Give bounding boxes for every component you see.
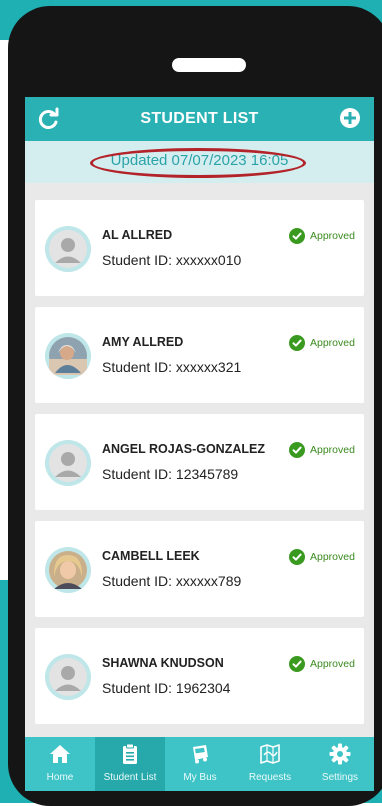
avatar-placeholder [45,226,91,272]
status-badge: Approved [289,549,355,565]
home-icon [50,745,70,763]
tab-label: Settings [321,772,359,783]
student-name: ANGEL ROJAS-GONZALEZ [102,442,265,456]
tab-bar: Home Student List My Bus Requests Settin… [25,737,374,791]
status-label: Approved [310,551,355,563]
student-card[interactable]: SHAWNA KNUDSON Student ID: 1962304 Appro… [35,628,364,724]
student-id: Student ID: xxxxxx321 [102,359,242,375]
student-card[interactable]: AMY ALLRED Student ID: xxxxxx321 Approve… [35,307,364,403]
student-name: SHAWNA KNUDSON [102,656,224,670]
app-header: STUDENT LIST [25,97,374,141]
clipboard-icon [123,743,137,764]
check-icon [289,335,305,351]
check-icon [289,549,305,565]
status-badge: Approved [289,335,355,351]
status-badge: Approved [289,228,355,244]
student-id: Student ID: 12345789 [102,466,239,482]
highlight-oval [90,148,306,178]
tab-label: Student List [103,772,157,783]
gear-icon [329,743,351,765]
student-id: Student ID: 1962304 [102,680,231,696]
tab-settings[interactable]: Settings [305,737,374,791]
status-badge: Approved [289,656,355,672]
tab-label: Home [46,772,74,783]
student-card[interactable]: AL ALLRED Student ID: xxxxxx010 Approved [35,200,364,296]
check-icon [289,656,305,672]
avatar-photo [45,547,91,593]
student-id: Student ID: xxxxxx789 [102,573,242,589]
status-label: Approved [310,658,355,670]
page-title: STUDENT LIST [140,110,259,127]
bus-icon [193,745,208,764]
status-label: Approved [310,444,355,456]
check-icon [289,228,305,244]
add-icon[interactable] [339,107,361,129]
map-icon [260,744,280,764]
tab-label: Requests [248,772,292,783]
avatar-placeholder [45,654,91,700]
check-icon [289,442,305,458]
student-name: AMY ALLRED [102,335,184,349]
tab-my-bus[interactable]: My Bus [165,737,235,791]
avatar-photo [45,333,91,379]
tab-student-list[interactable]: Student List [95,737,165,791]
student-card[interactable]: ANGEL ROJAS-GONZALEZ Student ID: 1234578… [35,414,364,510]
student-name: CAMBELL LEEK [102,549,200,563]
tab-requests[interactable]: Requests [235,737,305,791]
avatar-placeholder [45,440,91,486]
updated-bar: Updated 07/07/2023 16:05 [25,141,374,183]
tab-label: My Bus [183,772,217,783]
status-badge: Approved [289,442,355,458]
tab-home[interactable]: Home [25,737,95,791]
status-label: Approved [310,230,355,242]
student-name: AL ALLRED [102,228,173,242]
student-card[interactable]: CAMBELL LEEK Student ID: xxxxxx789 Appro… [35,521,364,617]
phone-speaker [172,58,246,72]
status-label: Approved [310,337,355,349]
student-id: Student ID: xxxxxx010 [102,252,242,268]
app-screen: STUDENT LIST Updated 07/07/2023 16:05 AL… [25,97,374,791]
